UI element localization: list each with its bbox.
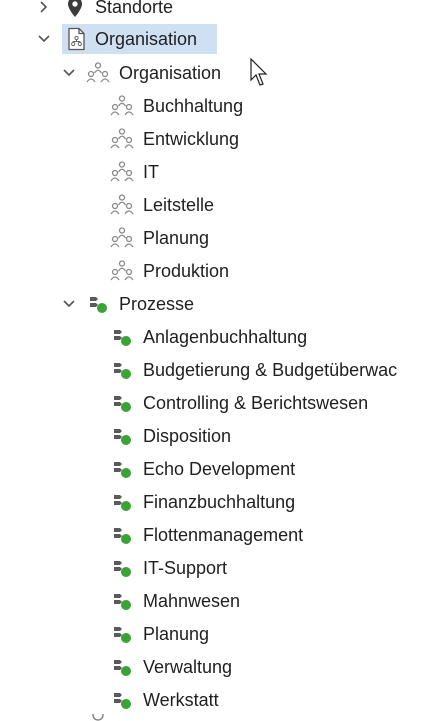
people-hierarchy-icon (110, 193, 134, 217)
process-icon (110, 655, 134, 679)
tree-node-process-item[interactable]: Controlling & Berichtswesen (0, 388, 435, 418)
tree-node-label: Standorte (95, 0, 174, 17)
tree-node-label: Organisation (95, 29, 198, 49)
tree-node-label: Finanzbuchhaltung (143, 492, 296, 512)
tree-node-label: Planung (143, 228, 210, 248)
people-hierarchy-icon (110, 259, 134, 283)
people-hierarchy-icon (86, 61, 110, 85)
tree-node-process-item[interactable]: Flottenmanagement (0, 520, 435, 550)
chevron-down-icon[interactable] (61, 65, 77, 81)
tree-node-process-item[interactable]: Verwaltung (0, 652, 435, 682)
tree-node-label: Mahnwesen (143, 591, 241, 611)
process-icon (86, 292, 110, 316)
tree-node-label: Budgetierung & Budgetüberwac (143, 360, 398, 380)
partial-next-node-icon (86, 714, 110, 721)
tree-node-label: Leitstelle (143, 195, 215, 215)
tree-node-process-item[interactable]: Budgetierung & Budgetüberwac (0, 355, 435, 385)
tree-node-label: Verwaltung (143, 657, 233, 677)
mouse-cursor-icon (250, 57, 270, 88)
process-icon (110, 457, 134, 481)
process-icon (110, 589, 134, 613)
process-icon (110, 688, 134, 712)
tree-node-process-item[interactable]: Echo Development (0, 454, 435, 484)
tree-view[interactable]: Standorte Organisation Organisation Buch… (0, 0, 435, 721)
people-hierarchy-icon (110, 160, 134, 184)
tree-node-label: Echo Development (143, 459, 296, 479)
process-icon (110, 622, 134, 646)
tree-node-org-item[interactable]: Produktion (0, 256, 435, 286)
tree-node-organisation-root[interactable]: Organisation (62, 24, 217, 54)
tree-node-process-item[interactable]: Mahnwesen (0, 586, 435, 616)
tree-node-org-item[interactable]: Buchhaltung (0, 91, 435, 121)
tree-node-label: Anlagenbuchhaltung (143, 327, 308, 347)
process-icon (110, 556, 134, 580)
location-pin-icon (63, 0, 87, 19)
tree-node-org-item[interactable]: Leitstelle (0, 190, 435, 220)
tree-node-label: Prozesse (119, 294, 195, 314)
process-icon (110, 391, 134, 415)
chevron-down-icon[interactable] (36, 31, 52, 47)
org-document-icon (64, 27, 88, 51)
tree-node-label: IT (143, 162, 159, 182)
tree-node-label: Buchhaltung (143, 96, 244, 116)
tree-node-organisation-group[interactable]: Organisation (0, 58, 435, 88)
process-icon (110, 490, 134, 514)
tree-node-label: Organisation (119, 63, 222, 83)
tree-node-process-item[interactable]: Werkstatt (0, 685, 435, 715)
process-icon (110, 523, 134, 547)
tree-node-label: Entwicklung (143, 129, 240, 149)
tree-node-label: Flottenmanagement (143, 525, 304, 545)
chevron-right-icon[interactable] (36, 0, 52, 15)
tree-node-org-item[interactable]: Entwicklung (0, 124, 435, 154)
tree-node-label: Werkstatt (143, 690, 219, 710)
tree-node-prozesse-group[interactable]: Prozesse (0, 289, 435, 319)
people-hierarchy-icon (110, 94, 134, 118)
people-hierarchy-icon (110, 226, 134, 250)
tree-node-label: IT-Support (143, 558, 228, 578)
chevron-down-icon[interactable] (61, 296, 77, 312)
tree-node-org-item[interactable]: IT (0, 157, 435, 187)
tree-node-process-item[interactable]: Disposition (0, 421, 435, 451)
tree-node-process-item[interactable]: Finanzbuchhaltung (0, 487, 435, 517)
tree-node-process-item[interactable]: Anlagenbuchhaltung (0, 322, 435, 352)
process-icon (110, 325, 134, 349)
tree-node-label: Produktion (143, 261, 230, 281)
people-hierarchy-icon (110, 127, 134, 151)
tree-node-label: Controlling & Berichtswesen (143, 393, 369, 413)
tree-node-standorte[interactable]: Standorte (0, 0, 435, 22)
process-icon (110, 424, 134, 448)
process-icon (110, 358, 134, 382)
tree-node-org-item[interactable]: Planung (0, 223, 435, 253)
tree-node-process-item[interactable]: Planung (0, 619, 435, 649)
tree-node-label: Planung (143, 624, 210, 644)
tree-node-label: Disposition (143, 426, 232, 446)
tree-node-process-item[interactable]: IT-Support (0, 553, 435, 583)
